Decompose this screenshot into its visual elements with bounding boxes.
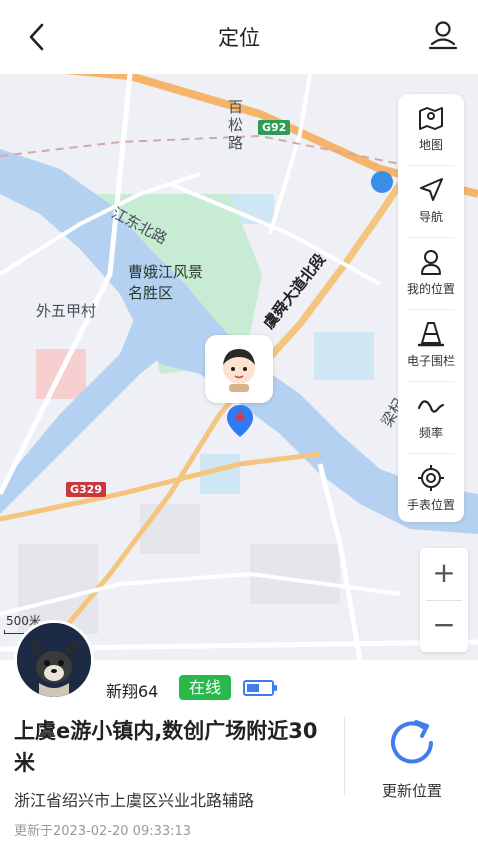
toolbar-label: 手表位置 <box>406 498 455 512</box>
map-toolbar: 地图 导航 我的位置 电子围栏 频率 手表位置 <box>398 94 464 522</box>
refresh-label: 更新位置 <box>381 782 442 800</box>
toolbar-watch-location[interactable]: 手表位置 <box>398 454 464 526</box>
location-title: 上虞e游小镇内,数创广场附近30米 <box>14 719 318 775</box>
person-pin-icon[interactable] <box>426 18 460 52</box>
toolbar-map[interactable]: 地图 <box>398 94 464 166</box>
traffic-cone-icon <box>417 322 445 347</box>
toolbar-navigation[interactable]: 导航 <box>398 166 464 238</box>
device-name: 新翔64 <box>106 682 159 701</box>
highway-g329-sign: G329 <box>66 482 106 497</box>
toolbar-my-location[interactable]: 我的位置 <box>398 238 464 310</box>
zoom-out-button[interactable]: − <box>420 600 468 652</box>
toolbar-label: 电子围栏 <box>406 354 455 368</box>
map-label-scenic-area: 曹娥江风景名胜区 <box>128 263 204 302</box>
toolbar-frequency[interactable]: 频率 <box>398 382 464 454</box>
toolbar-label: 地图 <box>418 138 443 152</box>
cartoon-boy-icon <box>223 349 255 392</box>
device-avatar-bubble[interactable] <box>205 335 273 403</box>
divider <box>344 716 345 796</box>
page-title: 定位 <box>218 26 260 50</box>
zoom-control: + − <box>420 548 468 652</box>
dog-photo-icon <box>17 623 91 697</box>
refresh-location-button[interactable]: 更新位置 <box>380 716 444 806</box>
map-label-baisong-road: 百松路 <box>228 98 244 152</box>
avatar[interactable] <box>14 620 94 700</box>
navigation-arrow-icon <box>420 178 443 201</box>
last-updated: 更新于2023-02-20 09:33:13 <box>14 824 192 839</box>
location-pin-icon <box>227 405 253 437</box>
poi-marker-icon[interactable] <box>371 171 393 193</box>
toolbar-label: 我的位置 <box>406 282 455 296</box>
person-icon <box>421 250 441 275</box>
target-icon <box>418 465 444 491</box>
wave-icon <box>417 400 445 413</box>
toolbar-geofence[interactable]: 电子围栏 <box>398 310 464 382</box>
map-icon <box>419 107 443 130</box>
zoom-in-button[interactable]: + <box>420 548 468 600</box>
status-badge: 在线 <box>179 675 231 700</box>
toolbar-label: 频率 <box>418 426 443 440</box>
battery-icon <box>243 680 277 696</box>
toolbar-label: 导航 <box>418 210 443 224</box>
highway-g92-sign: G92 <box>258 120 291 135</box>
location-address: 浙江省绍兴市上虞区兴业北路辅路 <box>14 791 255 810</box>
top-bar: 定位 <box>0 0 478 74</box>
battery-level-fill <box>247 684 259 692</box>
refresh-icon <box>391 720 433 764</box>
map-label-waiwu-jia-village: 外五甲村 <box>36 302 97 320</box>
